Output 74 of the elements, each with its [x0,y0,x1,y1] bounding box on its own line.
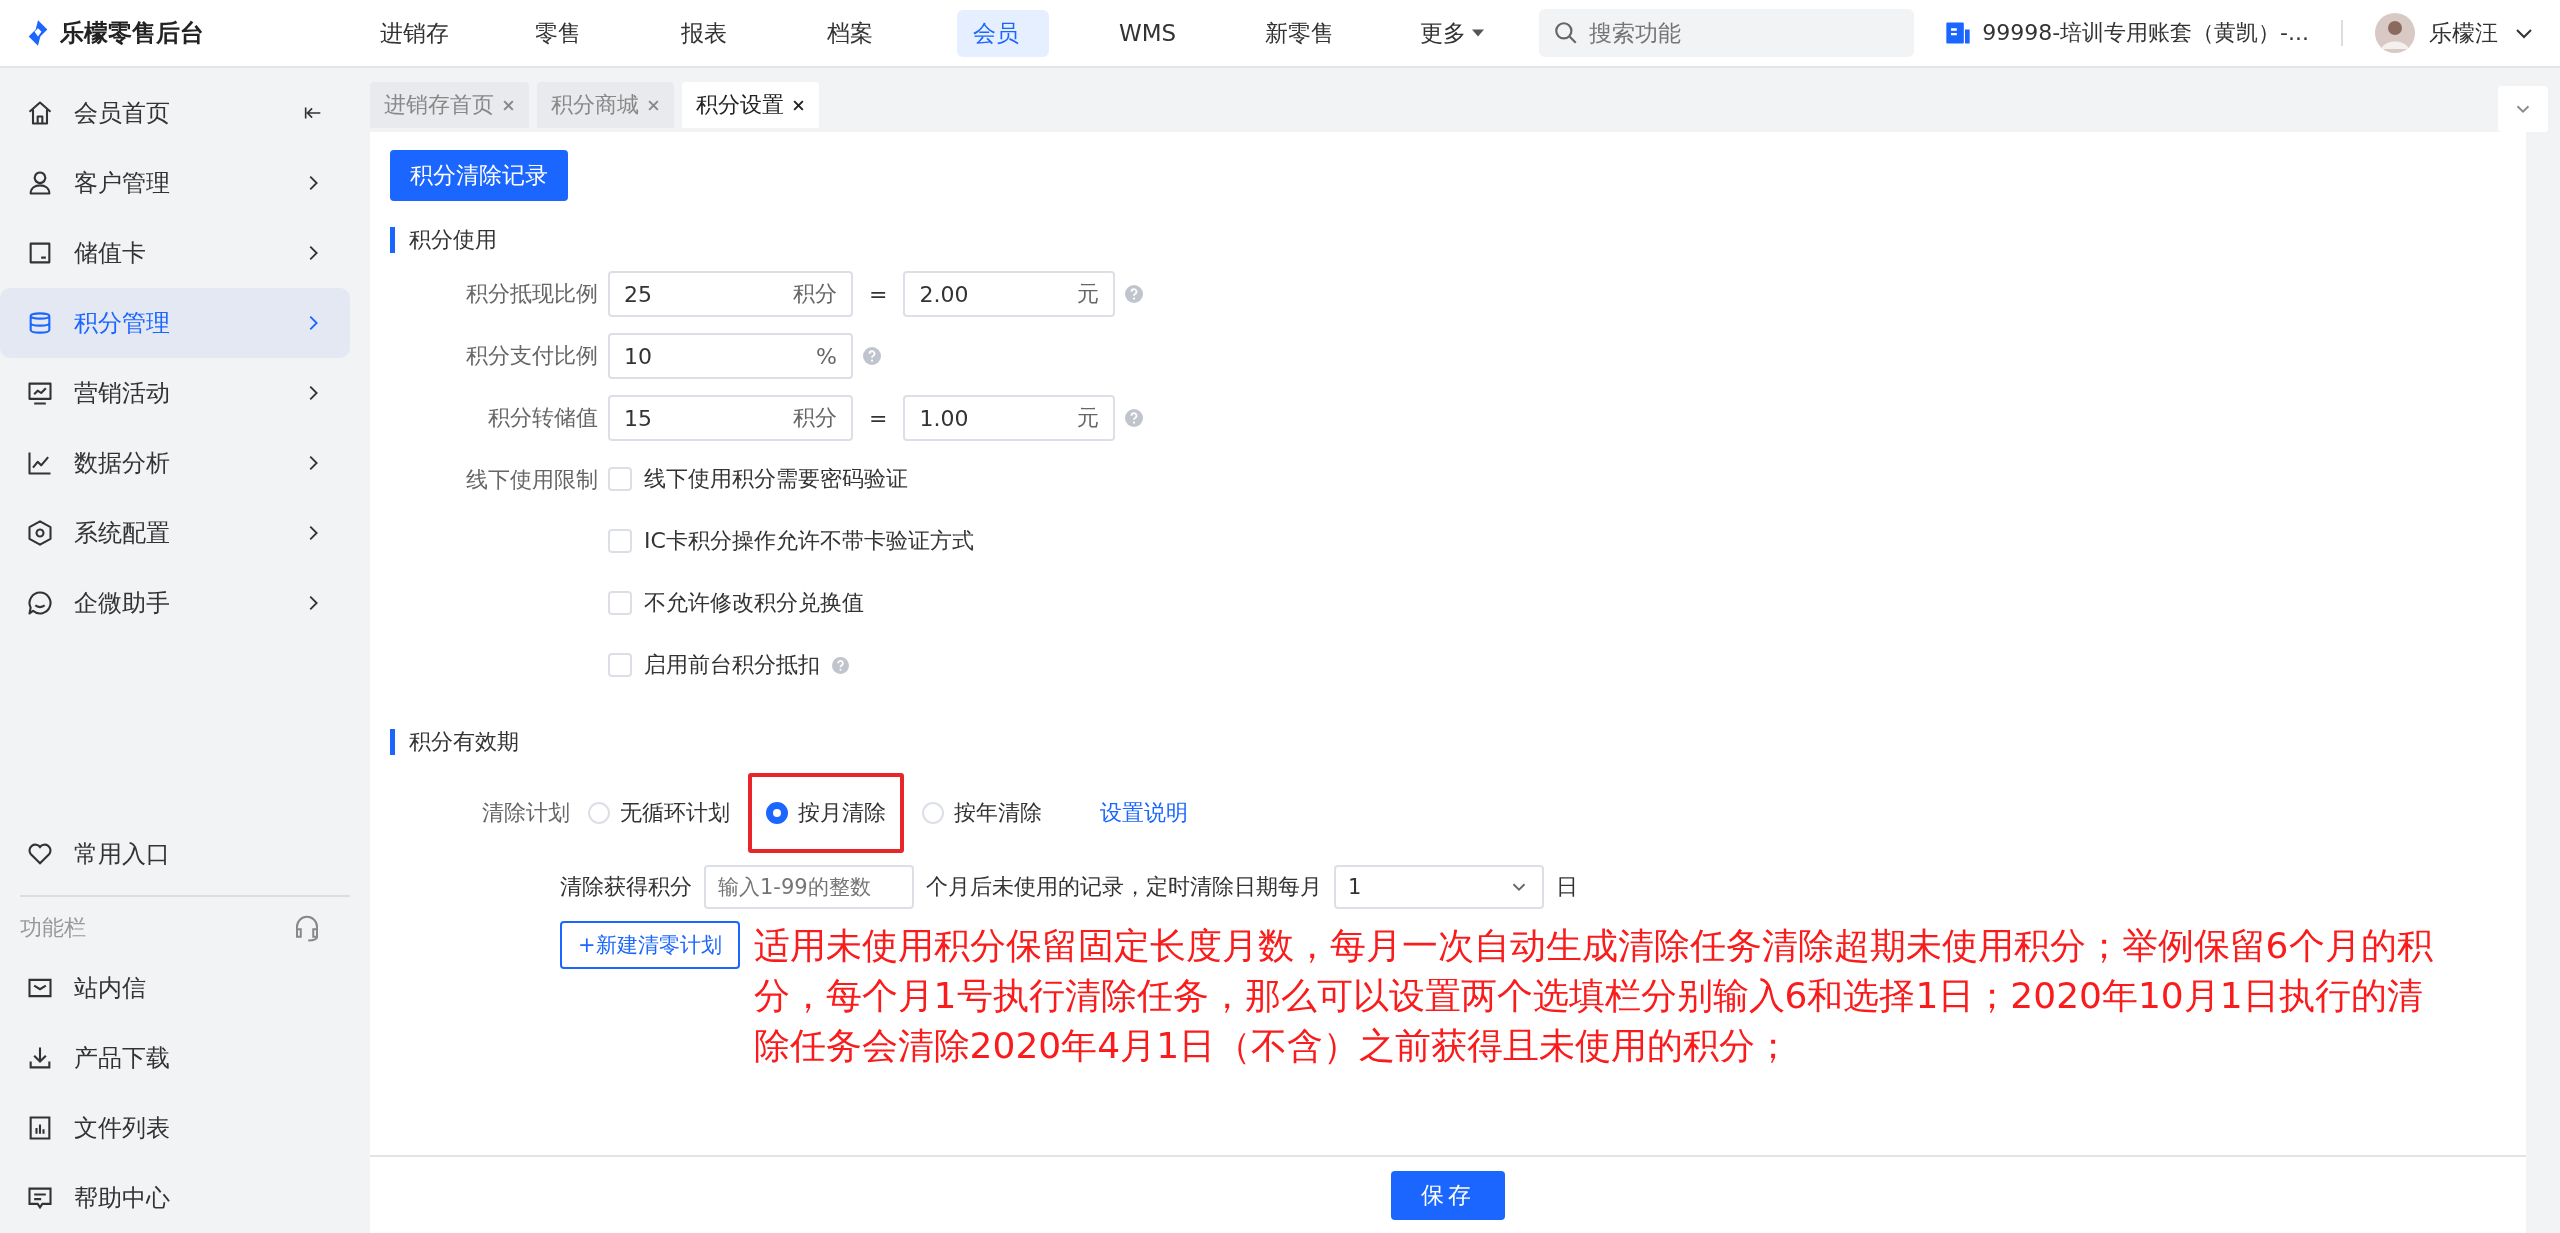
number-field[interactable]: 10 % [608,333,853,379]
toolbar-title: 功能栏 [20,914,86,942]
checkbox-label: 线下使用积分需要密码验证 [644,465,908,493]
search-field[interactable]: 搜索功能 [1539,9,1915,57]
chat-icon [26,589,54,617]
field-label: 清除计划 [481,799,570,827]
checkbox[interactable] [608,467,632,491]
new-plan-button[interactable]: +新建清零计划 [560,921,740,969]
help-link[interactable]: 设置说明 [1100,798,1188,828]
amount-field[interactable]: 2.00 元 [903,271,1116,317]
equals-sign: = [868,405,889,431]
number-field[interactable]: 15 积分 [608,395,853,441]
sidebar-item[interactable]: 储值卡 [0,218,350,288]
sidebar-item[interactable]: 系统配置 [0,498,350,568]
help-icon[interactable] [1125,285,1144,303]
radio-label: 按年清除 [954,799,1042,827]
sidebar-item[interactable]: 营销活动 [0,358,350,428]
help-icon[interactable] [832,656,849,674]
sidebar-item[interactable]: 积分管理 [0,288,350,358]
section-title: 积分使用 [390,227,2506,253]
number-field[interactable]: 25 积分 [608,271,853,317]
favorites-item[interactable]: 常用入口 [0,819,350,889]
nav-tab[interactable]: 进销存 [364,9,465,57]
nav-tab[interactable]: 会员 [957,9,1049,57]
checkbox[interactable] [608,591,632,615]
home-icon [26,99,54,127]
nav-tab[interactable]: WMS [1103,12,1195,54]
checkbox-label: IC卡积分操作允许不带卡验证方式 [644,527,974,555]
caret-icon [1472,29,1484,37]
help-icon[interactable] [863,347,881,365]
sidebar-item[interactable]: 企微助手 [0,568,350,638]
day-select[interactable]: 1 [1334,865,1544,909]
nav-tab[interactable]: 更多 [1404,9,1500,57]
radio-label: 无循环计划 [620,799,730,827]
months-field[interactable]: 输入1-99的整数 [704,865,914,909]
toolbar-item[interactable]: 文件列表 [0,1093,350,1163]
close-icon[interactable] [792,98,805,112]
settings-icon [26,519,54,547]
sidebar-item[interactable]: 会员首页 [0,78,350,148]
radio-button[interactable] [766,802,788,824]
app-name: 乐檬零售后台 [60,18,204,49]
amount-field[interactable]: 1.00 元 [903,395,1116,441]
toolbar-item[interactable]: 产品下载 [0,1023,350,1093]
checkbox[interactable] [608,653,632,677]
section-title: 积分有效期 [390,729,2506,755]
nav-tab[interactable]: 档案 [811,9,903,57]
user-name[interactable]: 乐檬汪 [2429,17,2498,49]
sidebar-item[interactable]: 数据分析 [0,428,350,498]
avatar[interactable] [2375,13,2415,53]
save-button[interactable]: 保存 [1391,1170,1505,1220]
checkbox-label: 不允许修改积分兑换值 [644,589,864,617]
toolbar-item[interactable]: 帮助中心 [0,1163,350,1233]
nav-tab[interactable]: 报表 [665,9,757,57]
account-name[interactable]: 99998-培训专用账套（黄凯）-... [1982,18,2309,48]
clear-record-button[interactable]: 积分清除记录 [390,150,568,201]
nav-tab[interactable]: 零售 [519,9,611,57]
toolbar-item[interactable]: 站内信 [0,953,350,1023]
day-unit: 日 [1556,873,1578,901]
equals-sign: = [868,281,889,307]
tabs-dropdown-button[interactable] [2498,86,2548,132]
radio-label: 按月清除 [798,799,886,827]
rule-text: 个月后未使用的记录，定时清除日期每月 [926,873,1322,901]
field-label: 积分抵现比例 [465,280,598,308]
sidebar-item[interactable]: 客户管理 [0,148,350,218]
field-label: 线下使用限制 [465,466,598,494]
field-label: 积分支付比例 [465,342,598,370]
field-label: 清除获得积分 [560,873,692,901]
field-label: 积分转储值 [487,404,598,432]
nav-tab[interactable]: 新零售 [1249,9,1350,57]
help-icon[interactable] [1125,409,1144,427]
checkbox-label: 启用前台积分抵扣 [644,651,820,679]
page-tab[interactable]: 积分设置 [682,82,819,128]
checkbox[interactable] [608,529,632,553]
annotation-text: 适用未使用积分保留固定长度月数，每月一次自动生成清除任务清除超期未使用积分；举例保留6个月的积分，每个月1号执行清除任务，那么可以设置两个选填栏分别输入6和选择1日；2020年10月1日执行的清除任务会清除2020年4月1日（不含）之前获得且未使用的积分； [753,924,2434,1068]
